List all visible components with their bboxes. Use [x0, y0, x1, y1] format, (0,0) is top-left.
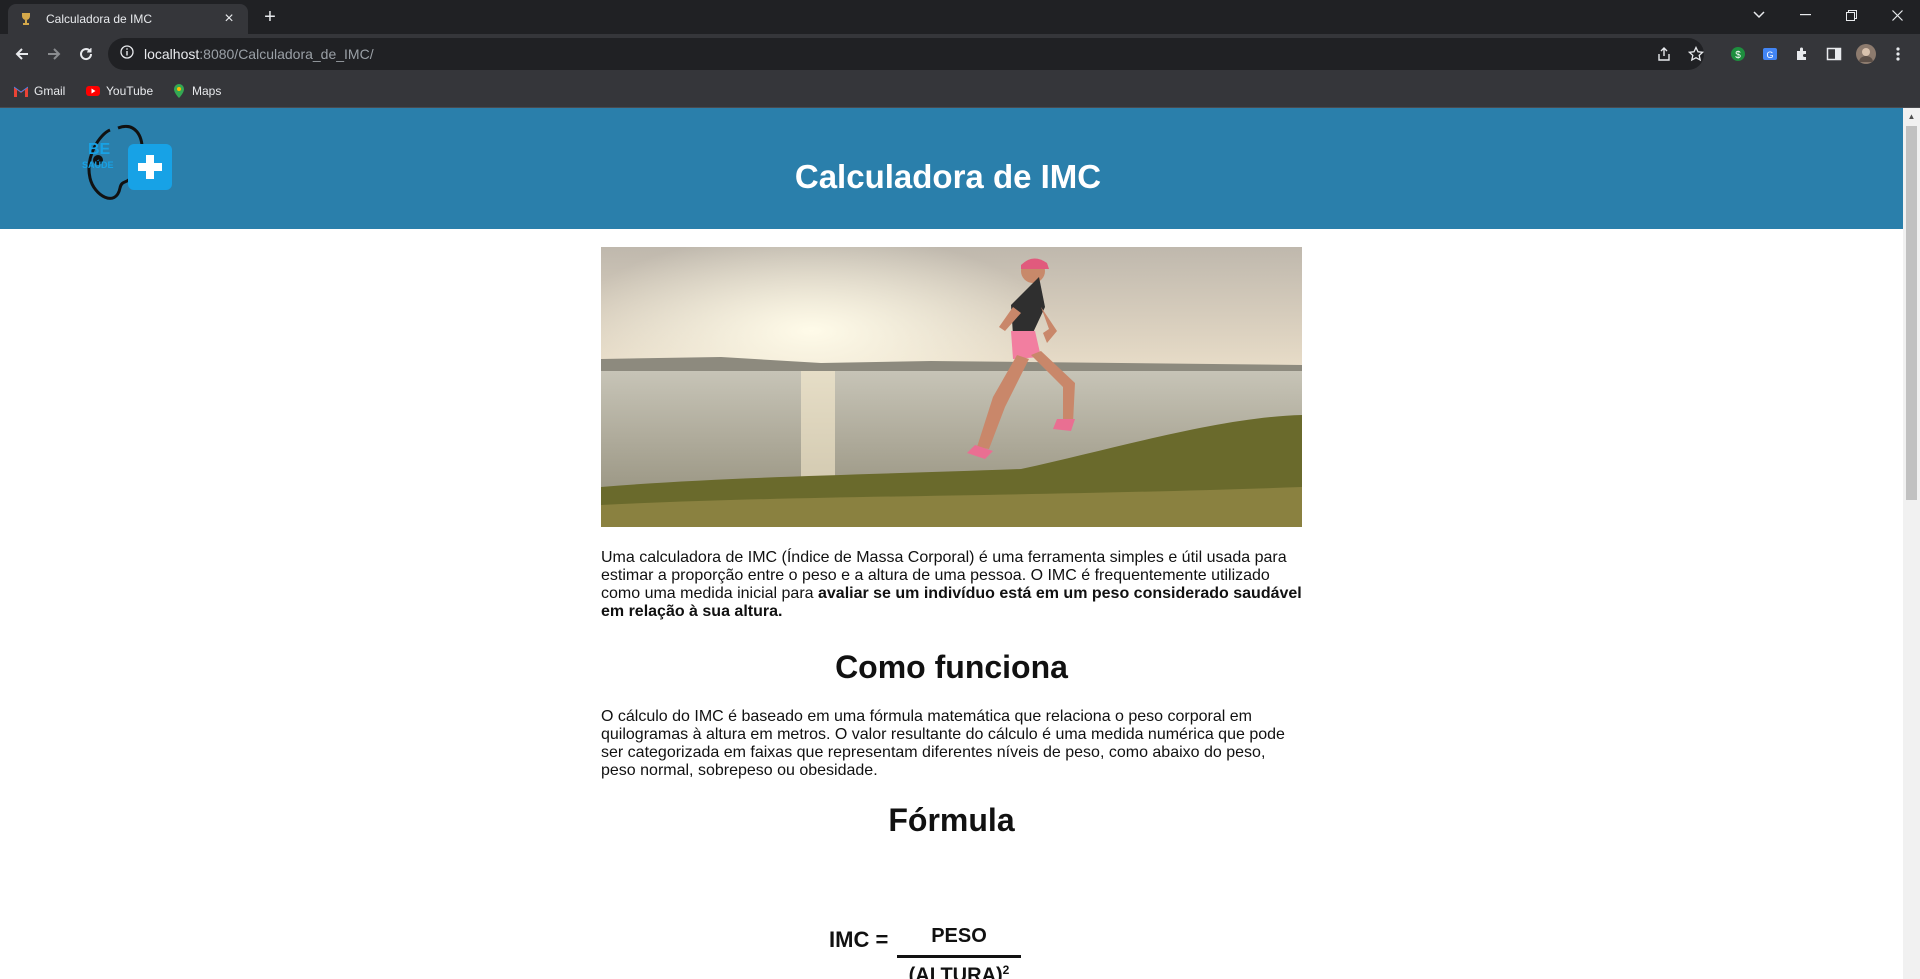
bookmark-youtube[interactable]: YouTube: [86, 82, 153, 100]
how-it-works-paragraph: O cálculo do IMC é baseado em uma fórmul…: [601, 708, 1285, 779]
formula-lhs: IMC =: [829, 927, 889, 952]
bookmark-star-icon[interactable]: [1682, 40, 1710, 68]
extension-dollar-icon[interactable]: $: [1728, 44, 1748, 64]
extensions-puzzle-icon[interactable]: [1792, 44, 1812, 64]
tab-close-icon[interactable]: ×: [220, 10, 238, 28]
restore-icon[interactable]: [1828, 0, 1874, 30]
browser-toolbar: localhost:8080/Calculadora_de_IMC/ $ G: [0, 34, 1920, 74]
exponent: 2: [1002, 963, 1010, 977]
trophy-favicon-icon: [18, 11, 34, 27]
reload-icon[interactable]: [72, 40, 100, 68]
formula-denominator: (ALTURA)2: [897, 963, 1021, 979]
bookmark-label: Maps: [192, 84, 222, 98]
how-it-works-heading: Como funciona: [835, 649, 1068, 685]
url-path: :8080/Calculadora_de_IMC/: [199, 46, 374, 62]
svg-text:G: G: [1766, 50, 1773, 60]
page-title: Calculadora de IMC: [794, 158, 1102, 195]
intro-paragraph: Uma calculadora de IMC (Índice de Massa …: [601, 549, 1302, 621]
bookmark-gmail[interactable]: Gmail: [14, 82, 65, 100]
bookmarks-bar: Gmail YouTube Maps: [0, 74, 1920, 108]
address-bar[interactable]: localhost:8080/Calculadora_de_IMC/: [108, 38, 1704, 70]
tab-title: Calculadora de IMC: [46, 12, 153, 26]
formula-heading: Fórmula: [888, 802, 1015, 838]
browser-tab-strip: Calculadora de IMC × +: [0, 0, 1920, 34]
runner-photo: [601, 247, 1302, 527]
bookmark-label: Gmail: [34, 84, 66, 98]
scroll-up-icon[interactable]: ▲: [1907, 112, 1916, 121]
site-header: BE SAÚDE Calculadora de IMC: [0, 108, 1903, 229]
site-info-icon[interactable]: [120, 44, 134, 64]
minimize-icon[interactable]: [1782, 0, 1828, 30]
forward-icon[interactable]: [40, 40, 68, 68]
page-viewport: BE SAÚDE Calculadora de IMC Uma calculad…: [0, 108, 1903, 979]
formula-numerator: PESO: [931, 925, 987, 947]
url-text: localhost:8080/Calculadora_de_IMC/: [144, 46, 374, 62]
side-panel-icon[interactable]: [1824, 44, 1844, 64]
denominator-text: (ALTURA): [908, 964, 1003, 979]
hero-image: [601, 247, 1302, 527]
bookmark-label: YouTube: [106, 84, 154, 98]
tab-search-icon[interactable]: [1736, 0, 1782, 30]
youtube-icon: [86, 84, 100, 98]
url-host: localhost: [144, 46, 200, 62]
fraction-bar: [897, 955, 1021, 958]
logo-text-line1: BE: [88, 141, 111, 158]
maps-icon: [172, 84, 186, 98]
gmail-icon: [14, 84, 28, 98]
browser-tab[interactable]: Calculadora de IMC ×: [8, 4, 248, 34]
back-icon[interactable]: [8, 40, 36, 68]
bookmark-maps[interactable]: Maps: [172, 82, 221, 100]
profile-avatar[interactable]: [1856, 44, 1876, 64]
main-content: Uma calculadora de IMC (Índice de Massa …: [601, 247, 1302, 979]
scrollbar-thumb[interactable]: [1906, 126, 1917, 500]
new-tab-button[interactable]: +: [258, 5, 282, 29]
imc-formula: IMC = PESO (ALTURA)2: [601, 869, 1302, 979]
translate-extension-icon[interactable]: G: [1760, 44, 1780, 64]
share-icon[interactable]: [1650, 40, 1678, 68]
page-scrollbar[interactable]: ▲: [1903, 108, 1920, 979]
close-window-icon[interactable]: [1874, 0, 1920, 30]
svg-text:$: $: [1735, 50, 1741, 61]
menu-kebab-icon[interactable]: [1888, 44, 1908, 64]
